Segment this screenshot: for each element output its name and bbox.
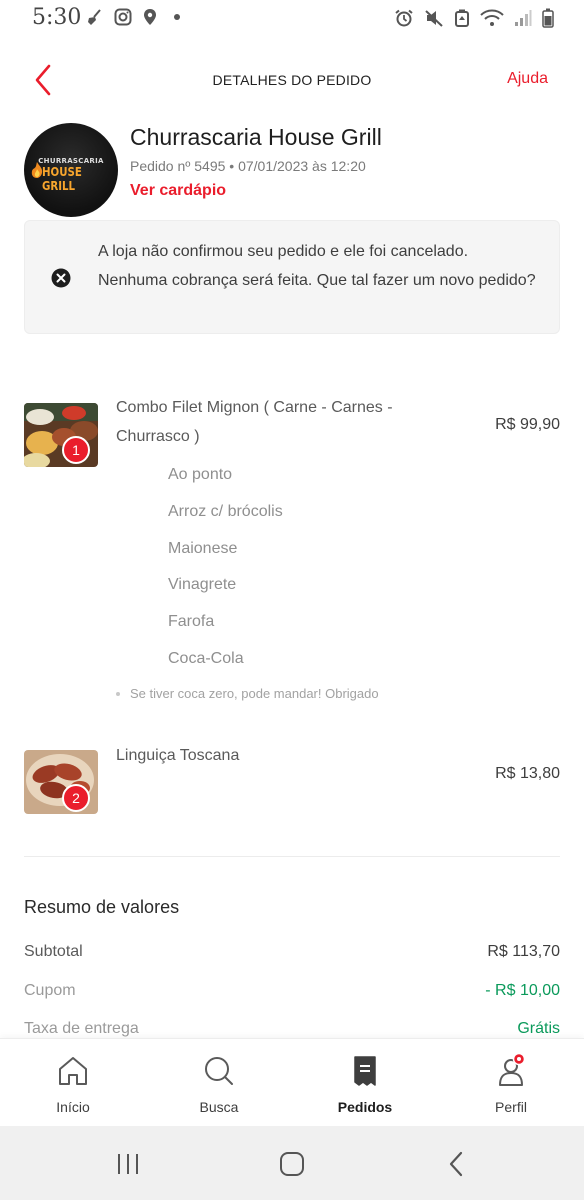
item-price: R$ 99,90 [495, 416, 560, 433]
item-name: Linguiça Toscana [116, 747, 240, 764]
alarm-icon [395, 9, 413, 27]
nav-home-label: Início [56, 1099, 90, 1115]
store-logo-line1: CHURRASCARIA [38, 157, 104, 165]
search-icon [205, 1057, 233, 1085]
help-link[interactable]: Ajuda [507, 70, 548, 88]
broom-icon [88, 9, 101, 25]
nav-orders-label: Pedidos [337, 1099, 393, 1115]
instagram-icon [114, 8, 132, 26]
item-option: Arroz c/ brócolis [168, 503, 283, 520]
recent-apps-button[interactable] [108, 1146, 148, 1182]
subtotal-row: Subtotal R$ 113,70 [24, 943, 560, 965]
item-observation-text: Se tiver coca zero, pode mandar! Obrigad… [130, 686, 379, 701]
home-system-button[interactable] [272, 1146, 312, 1182]
store-name: Churrascaria House Grill [130, 124, 382, 150]
recycle-icon [455, 9, 469, 27]
delivery-fee-value: Grátis [517, 1020, 560, 1037]
item-observation: Se tiver coca zero, pode mandar! Obrigad… [116, 686, 379, 701]
app-header: DETALHES DO PEDIDO Ajuda [0, 56, 584, 104]
back-system-button[interactable] [436, 1146, 476, 1182]
subtotal-label: Subtotal [24, 943, 83, 960]
page-title: DETALHES DO PEDIDO [212, 72, 372, 88]
item-option: Coca-Cola [168, 650, 244, 667]
item-price: R$ 13,80 [495, 765, 560, 782]
item-option: Farofa [168, 613, 215, 630]
item-option: Ao ponto [168, 466, 233, 483]
system-nav-bar [0, 1126, 584, 1200]
back-arrow-icon [449, 1151, 463, 1177]
item-name: Combo Filet Mignon ( Carne - Carnes - Ch… [116, 399, 393, 445]
coupon-value: - R$ 10,00 [485, 982, 560, 999]
store-logo: CHURRASCARIA HOUSE GRILL [24, 123, 118, 217]
mute-icon [425, 10, 443, 27]
bullet-icon [116, 691, 120, 696]
notification-dot-icon [174, 14, 180, 20]
battery-icon [542, 8, 554, 28]
wifi-icon [480, 9, 504, 26]
nav-home[interactable]: Início [0, 1039, 146, 1127]
coupon-label: Cupom [24, 982, 76, 999]
store-logo-line2: HOUSE GRILL [42, 165, 82, 193]
cancelled-notice: A loja não confirmou seu pedido e ele fo… [24, 220, 560, 334]
nav-profile[interactable]: Perfil [438, 1039, 584, 1127]
status-bar: 5:30 [0, 0, 584, 38]
coupon-row: Cupom - R$ 10,00 [24, 982, 560, 1004]
orders-icon [354, 1056, 376, 1086]
nav-orders[interactable]: Pedidos [292, 1039, 438, 1127]
nav-search[interactable]: Busca [146, 1039, 292, 1127]
cancelled-notice-text: A loja não confirmou seu pedido e ele fo… [98, 243, 536, 289]
profile-icon [499, 1053, 526, 1086]
location-pin-icon [144, 9, 156, 25]
home-circle-icon [280, 1152, 304, 1176]
nav-profile-label: Perfil [495, 1099, 527, 1115]
nav-search-label: Busca [199, 1099, 239, 1115]
view-menu-link[interactable]: Ver cardápio [130, 182, 226, 200]
bottom-nav: Início Busca Pedidos Perfil [0, 1038, 584, 1126]
item-option: Vinagrete [168, 576, 237, 593]
summary-title: Resumo de valores [24, 897, 180, 917]
home-icon [59, 1057, 87, 1085]
item-option: Maionese [168, 540, 238, 557]
order-meta: Pedido nº 5495 • 07/01/2023 às 12:20 [130, 158, 366, 174]
close-circle-icon [51, 268, 71, 288]
signal-icon [515, 10, 532, 26]
quantity-badge: 1 [62, 436, 90, 464]
subtotal-value: R$ 113,70 [487, 943, 560, 960]
delivery-fee-label: Taxa de entrega [24, 1020, 139, 1037]
divider [24, 856, 560, 857]
quantity-badge: 2 [62, 784, 90, 812]
recent-apps-icon [118, 1154, 138, 1174]
status-time: 5:30 [32, 5, 82, 30]
